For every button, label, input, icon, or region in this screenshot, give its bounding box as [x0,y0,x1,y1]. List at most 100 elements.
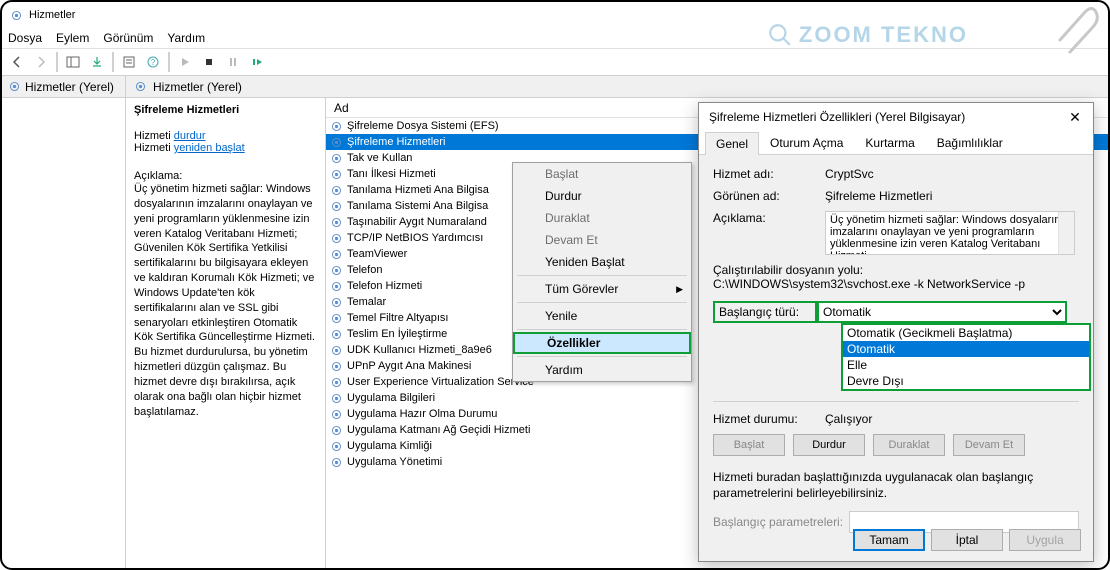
service-control-buttons: Başlat Durdur Duraklat Devam Et [713,434,1079,456]
ctx-stop[interactable]: Durdur [513,185,691,207]
service-name: Şifreleme Dosya Sistemi (EFS) [347,120,499,132]
pause-button[interactable] [222,51,244,73]
export-button[interactable] [86,51,108,73]
restart-button[interactable] [246,51,268,73]
services-icon [134,80,147,93]
startup-type-label: Başlangıç türü: [713,301,817,323]
startup-option[interactable]: Devre Dışı [843,373,1089,389]
services-icon [8,80,21,93]
dialog-body: Hizmet adı: CryptSvc Görünen ad: Şifrele… [699,155,1093,545]
service-name: UDK Kullanıcı Hizmeti_8a9e6 [347,344,492,356]
properties-button[interactable] [118,51,140,73]
dialog-titlebar: Şifreleme Hizmetleri Özellikleri (Yerel … [699,103,1093,131]
chevron-right-icon: ▶ [676,284,683,295]
service-name: Tanı İlkesi Hizmeti [347,168,436,180]
service-name: Uygulama Kimliği [347,440,432,452]
start-button[interactable]: Başlat [713,434,785,456]
menu-file[interactable]: Dosya [8,31,42,45]
ctx-refresh[interactable]: Yenile [513,305,691,327]
ctx-restart[interactable]: Yeniden Başlat [513,251,691,273]
service-name: Telefon Hizmeti [347,280,422,292]
services-app-icon [10,9,23,22]
divider [713,401,1079,402]
separator [112,52,114,72]
menu-help[interactable]: Yardım [167,31,205,45]
gear-icon [330,280,343,293]
ctx-resume[interactable]: Devam Et [513,229,691,251]
startup-option[interactable]: Otomatik [843,341,1089,357]
service-name: Tanılama Sistemi Ana Bilgisa [347,200,488,212]
gear-icon [330,168,343,181]
pause-button[interactable]: Duraklat [873,434,945,456]
startup-type-dropdown: Otomatik (Gecikmeli Başlatma) Otomatik E… [841,323,1091,391]
cancel-button[interactable]: İptal [931,529,1003,551]
display-name-label: Görünen ad: [713,189,825,203]
help-button[interactable]: ? [142,51,164,73]
gear-icon [330,344,343,357]
service-name: Tak ve Kullan [347,152,412,164]
tree-root[interactable]: Hizmetler (Yerel) [2,76,125,98]
stop-button[interactable] [198,51,220,73]
service-name: Temalar [347,296,386,308]
search-icon [767,22,793,48]
menu-view[interactable]: Görünüm [103,31,153,45]
tab-general[interactable]: Genel [705,132,759,155]
desc-text: Üç yönetim hizmeti sağlar: Windows dosya… [134,182,317,420]
tab-deps[interactable]: Bağımlılıklar [926,131,1014,154]
close-button[interactable]: ✕ [1065,107,1085,127]
dialog-title: Şifreleme Hizmetleri Özellikleri (Yerel … [709,110,965,124]
separator [56,52,58,72]
gear-icon [330,408,343,421]
exe-path-label: Çalıştırılabilir dosyanın yolu: [713,263,1079,277]
restart-service-link[interactable]: yeniden başlat [174,142,245,154]
ok-button[interactable]: Tamam [853,529,925,551]
startup-type-select[interactable]: Otomatik [817,301,1067,323]
service-name: UPnP Aygıt Ana Makinesi [347,360,471,372]
desc-label: Açıklama: [713,211,825,255]
svg-text:?: ? [151,58,156,67]
apply-button[interactable]: Uygula [1009,529,1081,551]
gear-icon [330,200,343,213]
startup-option[interactable]: Elle [843,357,1089,373]
scrollbar[interactable] [1058,212,1074,254]
toolbar: ? [2,48,1108,76]
window-title: Hizmetler [29,9,75,21]
back-button[interactable] [6,51,28,73]
dialog-tabs: Genel Oturum Açma Kurtarma Bağımlılıklar [699,131,1093,155]
param-hint: Hizmeti buradan başlattığınızda uygulana… [713,470,1079,501]
service-name: Şifreleme Hizmetleri [347,136,445,148]
ctx-start[interactable]: Başlat [513,163,691,185]
gear-icon [330,136,343,149]
gear-icon [330,184,343,197]
service-name-value: CryptSvc [825,167,1079,181]
context-menu: Başlat Durdur Duraklat Devam Et Yeniden … [512,162,692,382]
ctx-all-tasks[interactable]: Tüm Görevler▶ [513,278,691,300]
restart-link-row: Hizmeti yeniden başlat [134,142,317,154]
stop-button[interactable]: Durdur [793,434,865,456]
resume-button[interactable]: Devam Et [953,434,1025,456]
ctx-pause[interactable]: Duraklat [513,207,691,229]
properties-dialog: Şifreleme Hizmetleri Özellikleri (Yerel … [698,102,1094,562]
gear-icon [330,376,343,389]
gear-icon [330,440,343,453]
startup-option[interactable]: Otomatik (Gecikmeli Başlatma) [843,325,1089,341]
show-hide-button[interactable] [62,51,84,73]
service-name: Tanılama Hizmeti Ana Bilgisa [347,184,489,196]
start-button[interactable] [174,51,196,73]
exe-path-value: C:\WINDOWS\system32\svchost.exe -k Netwo… [713,277,1079,291]
status-label: Hizmet durumu: [713,412,825,426]
ctx-separator [517,329,687,330]
display-name-value: Şifreleme Hizmetleri [825,189,1079,203]
brand-watermark: ZOOM TEKNO [767,22,968,48]
service-name-label: Hizmet adı: [713,167,825,181]
tab-recovery[interactable]: Kurtarma [854,131,925,154]
service-name: User Experience Virtualization Service [347,376,534,388]
desc-textbox[interactable]: Üç yönetim hizmeti sağlar: Windows dosya… [825,211,1075,255]
gear-icon [330,264,343,277]
ctx-properties[interactable]: Özellikler [513,332,691,354]
forward-button[interactable] [30,51,52,73]
menu-action[interactable]: Eylem [56,31,89,45]
ctx-help[interactable]: Yardım [513,359,691,381]
tab-logon[interactable]: Oturum Açma [759,131,854,154]
stop-service-link[interactable]: durdur [174,130,206,142]
